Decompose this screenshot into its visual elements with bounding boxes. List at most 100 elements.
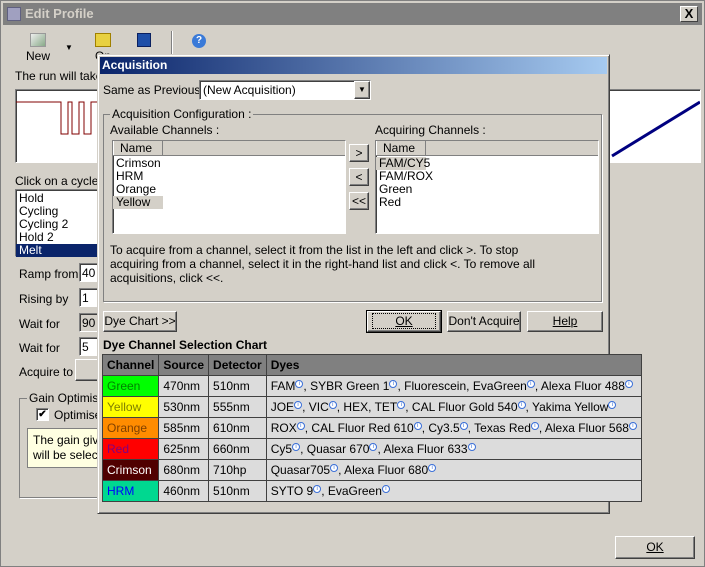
help-button[interactable]: Help <box>527 311 603 332</box>
dye-name: ROX <box>270 421 297 435</box>
info-icon[interactable]: i <box>530 422 539 430</box>
dye-name: Cy5 <box>270 442 293 456</box>
instructions-text: To acquire from a channel, select it fro… <box>110 243 535 285</box>
info-icon[interactable]: i <box>628 422 637 430</box>
info-icon[interactable]: i <box>517 401 526 409</box>
info-icon[interactable]: i <box>369 443 378 451</box>
source-cell: 530nm <box>158 396 210 418</box>
help-icon[interactable]: ? <box>192 34 206 48</box>
dye-name: Yakima Yellow <box>531 400 609 414</box>
info-icon[interactable]: i <box>381 485 390 493</box>
window-title: Edit Profile <box>3 3 702 25</box>
table-row: Red 625nm 660nm Cy5 i, Quasar 670 i, Alexa Fl… <box>101 438 642 460</box>
same-as-previous-label: Same as Previous : <box>103 83 208 97</box>
info-icon[interactable]: i <box>608 401 617 409</box>
close-button[interactable]: X <box>680 6 698 22</box>
acquiring-channels-label: Acquiring Channels : <box>375 123 486 137</box>
remove-channel-button[interactable]: < <box>349 168 369 186</box>
save-icon[interactable] <box>137 33 151 47</box>
table-row: Yellow 530nm 555nm JOE i, VIC i, HEX, TET i, C… <box>101 396 642 418</box>
new-button[interactable]: New <box>15 29 61 65</box>
dye-name: Quasar 670 <box>306 442 370 456</box>
same-as-previous-select[interactable]: (New Acquisition) ▼ <box>199 80 371 100</box>
dye-name: Alexa Fluor 680 <box>344 463 429 477</box>
dialog-title: Acquisition <box>100 57 607 74</box>
info-icon[interactable]: i <box>294 401 303 409</box>
window-ok-button[interactable]: OK <box>615 536 695 559</box>
info-icon[interactable]: i <box>459 422 468 430</box>
name-column-header[interactable]: Name <box>376 141 598 156</box>
table-row: Orange 585nm 610nm ROX i, CAL Fluor Red 610 i… <box>101 417 642 439</box>
info-icon[interactable]: i <box>295 380 304 388</box>
info-icon[interactable]: i <box>467 443 476 451</box>
dropdown-arrow-icon[interactable]: ▼ <box>354 81 370 99</box>
dye-name: CAL Fluor Red 610 <box>311 421 414 435</box>
info-icon[interactable]: i <box>296 422 305 430</box>
dye-name: Fluorescein <box>404 379 467 393</box>
channel-cell: HRM <box>101 480 160 502</box>
detector-cell: 710hp <box>208 459 267 481</box>
dyes-cell: Quasar705 i, Alexa Fluor 680 i <box>265 459 642 481</box>
dye-name: FAM <box>270 379 296 393</box>
column-header: Source <box>158 354 210 376</box>
info-icon[interactable]: i <box>389 380 398 388</box>
dye-chart-button[interactable]: Dye Chart >> <box>103 311 177 332</box>
dyes-cell: JOE i, VIC i, HEX, TET i, CAL Fluor Gold 54… <box>265 396 642 418</box>
optimise-checkbox[interactable]: ✔ <box>36 408 49 421</box>
info-icon[interactable]: i <box>328 401 337 409</box>
dye-name: VIC <box>308 400 329 414</box>
info-icon[interactable]: i <box>330 464 339 472</box>
config-group-label: Acquisition Configuration : <box>110 107 254 121</box>
cycle-instruction: Click on a cycle b <box>15 174 109 188</box>
info-icon[interactable]: i <box>313 485 322 493</box>
acquiring-channels-list[interactable]: Name FAM/CY5 FAM/ROX Green Red <box>375 140 599 234</box>
dont-acquire-button[interactable]: Don't Acquire <box>447 311 521 332</box>
dye-chart-title: Dye Channel Selection Chart <box>103 338 268 352</box>
source-cell: 625nm <box>158 438 210 460</box>
dyes-cell: FAM i, SYBR Green 1i, Fluorescein, EvaGre… <box>265 375 642 397</box>
dye-name: JOE <box>270 400 295 414</box>
column-header: Dyes <box>265 354 642 376</box>
add-channel-button[interactable]: > <box>349 144 369 162</box>
dye-name: Quasar705 <box>270 463 331 477</box>
source-cell: 460nm <box>158 480 210 502</box>
channel-cell: Crimson <box>101 459 160 481</box>
dye-name: EvaGreen <box>327 484 382 498</box>
detector-cell: 555nm <box>208 396 267 418</box>
info-icon[interactable]: i <box>428 464 437 472</box>
detector-cell: 510nm <box>208 480 267 502</box>
run-duration-text: The run will take <box>15 69 103 83</box>
info-icon[interactable]: i <box>397 401 406 409</box>
dye-name: Texas Red <box>474 421 531 435</box>
channel-item[interactable]: Crimson <box>113 157 345 170</box>
dye-name: EvaGreen <box>472 379 527 393</box>
field-label: Wait for <box>19 341 60 355</box>
dyes-cell: SYTO 9i, EvaGreen i <box>265 480 642 502</box>
cycle-item[interactable]: Melt <box>16 244 100 257</box>
cycle-list[interactable]: Hold Cycling Cycling 2 Hold 2 Melt <box>15 189 101 257</box>
open-folder-icon <box>95 33 111 47</box>
dye-name: Alexa Fluor 633 <box>383 442 468 456</box>
channel-item[interactable]: Green <box>376 183 598 196</box>
available-channels-list[interactable]: Name Crimson HRM Orange Yellow <box>112 140 346 234</box>
channel-item[interactable]: Red <box>376 196 598 209</box>
dye-name: SYBR Green 1 <box>310 379 390 393</box>
available-channels-label: Available Channels : <box>110 123 220 137</box>
channel-cell: Orange <box>101 417 160 439</box>
detector-cell: 610nm <box>208 417 267 439</box>
name-column-header[interactable]: Name <box>113 141 345 156</box>
channel-item[interactable]: Yellow <box>113 196 163 209</box>
field-label: Ramp from <box>19 267 79 281</box>
source-cell: 470nm <box>158 375 210 397</box>
table-row: Green 470nm 510nm FAM i, SYBR Green 1i, Fluo… <box>101 375 642 397</box>
gain-note: The gain givin will be selecte <box>27 428 107 468</box>
remove-all-button[interactable]: << <box>349 192 369 210</box>
ok-button[interactable]: OK <box>366 310 442 333</box>
info-icon[interactable]: i <box>413 422 422 430</box>
new-dropdown-arrow[interactable]: ▼ <box>65 43 73 52</box>
info-icon[interactable]: i <box>526 380 535 388</box>
info-icon[interactable]: i <box>292 443 301 451</box>
dye-name: Alexa Fluor 488 <box>540 379 625 393</box>
optimise-label: Optimise <box>54 408 102 422</box>
info-icon[interactable]: i <box>624 380 633 388</box>
